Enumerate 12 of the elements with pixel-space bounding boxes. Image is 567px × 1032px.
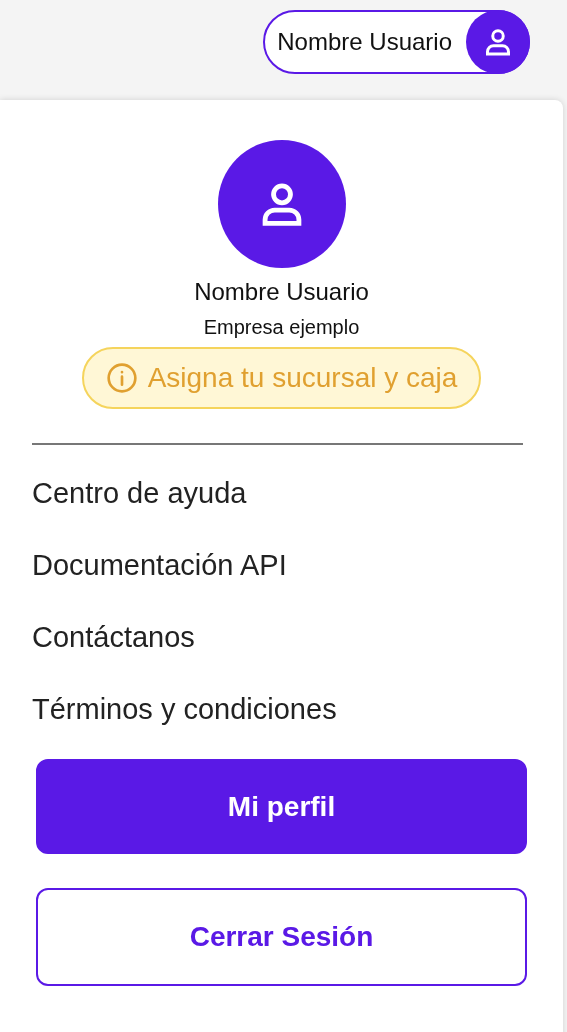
user-menu-button[interactable]: Nombre Usuario: [263, 10, 530, 74]
logout-button[interactable]: Cerrar Sesión: [36, 888, 527, 986]
info-icon: [105, 362, 138, 394]
menu-link[interactable]: Documentación API: [32, 529, 287, 601]
notice-text: Asigna tu sucursal y caja: [147, 362, 458, 394]
profile-name: Nombre Usuario: [194, 278, 369, 306]
user-name: Nombre Usuario: [277, 28, 452, 56]
menu-link[interactable]: Contáctanos: [32, 601, 195, 673]
profile-button[interactable]: Mi perfil: [36, 759, 527, 854]
company-name: Empresa ejemplo: [203, 316, 360, 339]
menu-link[interactable]: Términos y condiciones: [32, 673, 337, 745]
menu-link[interactable]: Centro de ayuda: [32, 457, 247, 529]
